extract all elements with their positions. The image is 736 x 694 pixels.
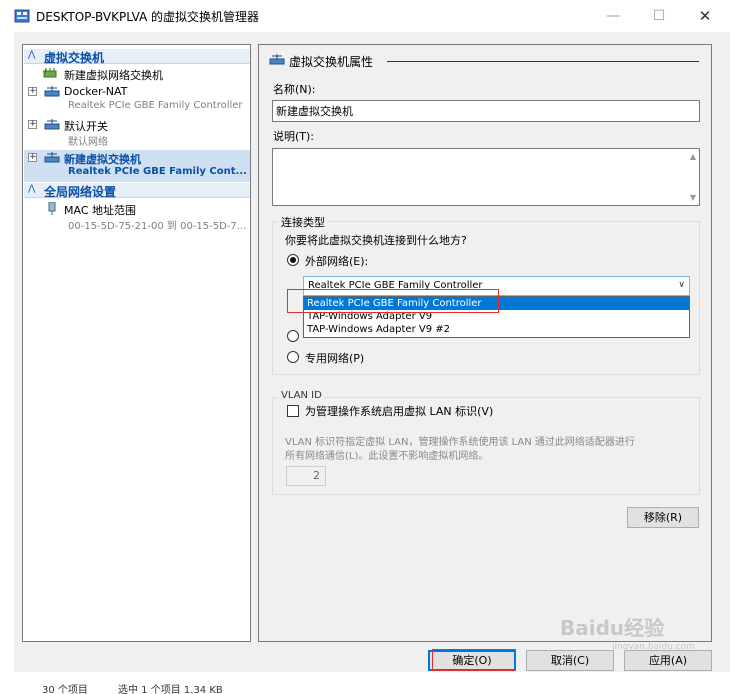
section-label: 全局网络设置 (44, 185, 117, 199)
minimize-button[interactable]: — (590, 0, 636, 32)
collapse-chevron-icon[interactable]: ⋀ (28, 184, 35, 194)
connection-type-legend: 连接类型 (279, 214, 327, 230)
section-global-network[interactable]: ⋀ 全局网络设置 (24, 183, 250, 199)
remove-button[interactable]: 移除(R) (627, 507, 699, 528)
tree-item-sublabel: 00-15-5D-75-21-00 到 00-15-5D-7... (68, 221, 247, 232)
expand-plus-icon[interactable]: + (28, 120, 37, 129)
vlan-enable-checkbox[interactable] (287, 405, 299, 417)
switch-properties-panel: 虚拟交换机属性 名称(N): 新建虚拟交换机 说明(T): ▲ ▼ 连接类型 你… (258, 44, 712, 642)
network-switch-icon (44, 86, 60, 97)
internal-network-radio[interactable] (287, 330, 299, 342)
switch-manager-icon (14, 9, 30, 23)
tree-item-label: 默认开关 (64, 120, 108, 133)
window-title: DESKTOP-BVKPLVA 的虚拟交换机管理器 (36, 10, 260, 24)
section-label: 虚拟交换机 (44, 51, 105, 65)
tree-item-label: Docker-NAT (64, 85, 128, 98)
connection-question: 你要将此虚拟交换机连接到什么地方? (285, 234, 467, 247)
external-network-label: 外部网络(E): (305, 255, 369, 268)
description-label: 说明(T): (273, 130, 315, 143)
tree-item-sublabel: Realtek PCIe GBE Family Cont... (68, 166, 247, 177)
annotation-highlight-box (287, 289, 499, 313)
selection-info: 选中 1 个项目 1.34 KB (118, 685, 223, 694)
svg-text:+: + (42, 67, 49, 76)
vlan-help-line1: VLAN 标识符指定虚拟 LAN，管理操作系统使用该 LAN 通过此网络适配器进… (285, 437, 635, 448)
annotation-highlight-box (432, 649, 516, 671)
external-network-radio[interactable] (287, 254, 299, 266)
name-field[interactable]: 新建虚拟交换机 (272, 100, 700, 122)
switch-tree[interactable]: ⋀ 虚拟交换机 + 新建虚拟网络交换机 + Docker-NAT Realtek… (22, 44, 251, 642)
adapter-option[interactable]: TAP-Windows Adapter V9 #2 (304, 323, 689, 336)
expand-plus-icon[interactable]: + (28, 153, 37, 162)
chevron-down-icon[interactable]: ∨ (678, 280, 685, 290)
vlan-id-field[interactable]: 2 (286, 466, 326, 486)
description-field[interactable]: ▲ ▼ (272, 148, 700, 206)
tree-item-mac-range[interactable]: MAC 地址范围 00-15-5D-75-21-00 到 00-15-5D-7.… (24, 201, 250, 233)
tree-item-label: 新建虚拟网络交换机 (64, 69, 163, 82)
watermark-url: jingyan.baidu.com (612, 642, 696, 652)
tree-item-new-switch-selected[interactable]: + 新建虚拟交换机 Realtek PCIe GBE Family Cont..… (24, 150, 250, 182)
expand-plus-icon[interactable]: + (28, 87, 37, 96)
tree-item-label: 新建虚拟交换机 (64, 153, 141, 166)
maximize-button[interactable]: ☐ (636, 0, 682, 32)
add-switch-icon: + (42, 67, 57, 78)
mac-address-icon (48, 202, 56, 215)
apply-button[interactable]: 应用(A) (624, 650, 712, 671)
cancel-button[interactable]: 取消(C) (526, 650, 614, 671)
section-virtual-switches[interactable]: ⋀ 虚拟交换机 (24, 49, 250, 65)
vlan-legend: VLAN ID (279, 390, 324, 401)
network-switch-icon (269, 54, 285, 65)
items-count: 30 个项目 (42, 685, 88, 694)
vlan-enable-label: 为管理操作系统启用虚拟 LAN 标识(V) (305, 405, 494, 418)
header-divider (387, 61, 699, 62)
close-button[interactable]: ✕ (682, 0, 728, 32)
name-label: 名称(N): (273, 83, 316, 96)
properties-header: 虚拟交换机属性 (269, 53, 373, 70)
tree-item-default-switch[interactable]: + 默认开关 默认网络 (24, 117, 250, 149)
properties-title: 虚拟交换机属性 (289, 55, 374, 69)
underlying-status-bar: 30 个项目 选中 1 个项目 1.34 KB (0, 682, 736, 694)
vlan-help-line2: 所有网络通信(L)。此设置不影响虚拟机网络。 (285, 451, 489, 462)
network-switch-icon (44, 152, 60, 163)
network-switch-icon (44, 119, 60, 130)
baidu-watermark: Baidu经验 (560, 616, 665, 640)
private-network-radio[interactable] (287, 351, 299, 363)
scroll-up-icon[interactable]: ▲ (690, 152, 696, 161)
tree-item-sublabel: 默认网络 (68, 137, 108, 148)
tree-item-sublabel: Realtek PCIe GBE Family Controller (68, 100, 243, 111)
title-bar: DESKTOP-BVKPLVA 的虚拟交换机管理器 — ☐ ✕ (0, 0, 736, 32)
collapse-chevron-icon[interactable]: ⋀ (28, 50, 35, 60)
tree-item-docker-nat[interactable]: + Docker-NAT Realtek PCIe GBE Family Con… (24, 84, 250, 116)
tree-item-new-virtual-switch[interactable]: + 新建虚拟网络交换机 (24, 66, 250, 83)
private-network-label: 专用网络(P) (305, 352, 365, 365)
scroll-down-icon[interactable]: ▼ (690, 193, 696, 202)
tree-item-label: MAC 地址范围 (64, 204, 136, 217)
